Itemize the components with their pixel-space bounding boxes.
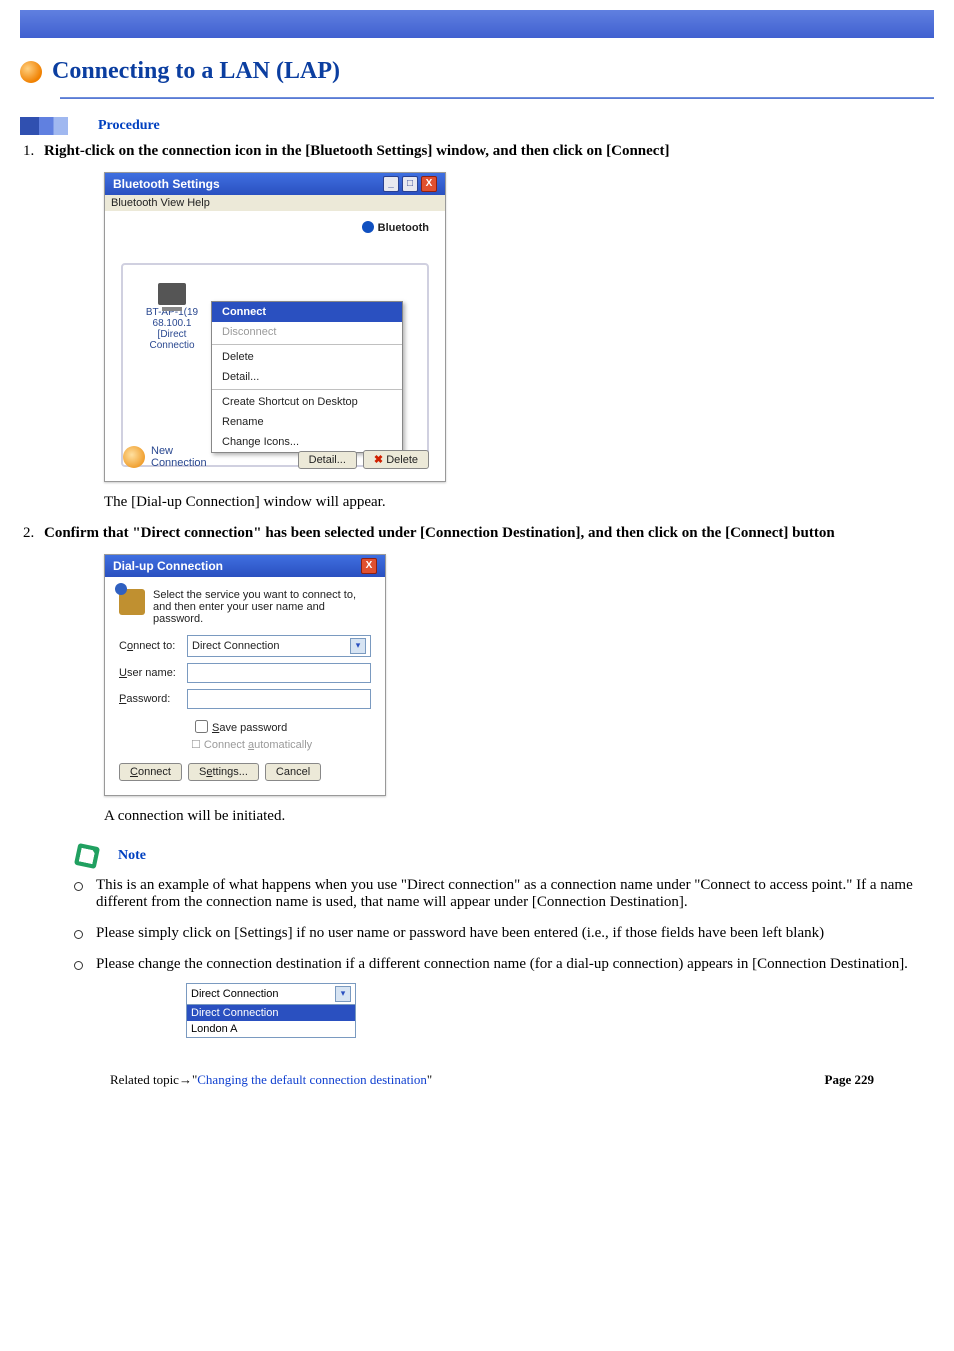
combo-screenshot: Direct Connection ▾ Direct Connection Lo… <box>186 983 356 1038</box>
combo-list: Direct Connection London A <box>186 1005 356 1038</box>
new-connection-label: New Connection <box>151 445 207 469</box>
context-menu: Connect Disconnect Delete Detail... Crea… <box>211 301 403 453</box>
note-item-1: This is an example of what happens when … <box>68 877 934 925</box>
bullet-icon <box>20 61 42 83</box>
note-item-3: Please change the connection destination… <box>68 956 934 1052</box>
step-1: Right-click on the connection icon in th… <box>38 143 934 511</box>
ctx-delete[interactable]: Delete <box>212 347 402 367</box>
step-list: Right-click on the connection icon in th… <box>38 143 934 825</box>
du-description: Select the service you want to connect t… <box>153 589 371 625</box>
du-window-title: Dial-up Connection <box>113 559 223 573</box>
delete-button[interactable]: ✖ Delete <box>363 450 429 469</box>
username-field[interactable] <box>187 663 371 683</box>
note-label: Note <box>118 848 146 864</box>
procedure-label: Procedure <box>98 118 160 134</box>
step-2-text: Confirm that "Direct connection" has bee… <box>44 525 835 541</box>
connect-to-label: Connect to: <box>119 640 187 652</box>
step-1-text: Right-click on the connection icon in th… <box>44 143 669 159</box>
step-1-after: The [Dial-up Connection] window will app… <box>104 494 934 511</box>
connect-to-value: Direct Connection <box>192 640 279 652</box>
combo-select[interactable]: Direct Connection ▾ <box>186 983 356 1005</box>
section-rule <box>60 97 934 99</box>
settings-button[interactable]: Settings... <box>188 763 259 781</box>
ctx-shortcut[interactable]: Create Shortcut on Desktop <box>212 392 402 412</box>
combo-option-1[interactable]: Direct Connection <box>187 1005 355 1021</box>
connect-button[interactable]: Connect <box>119 763 182 781</box>
bt-window-title: Bluetooth Settings <box>113 177 220 191</box>
chevron-down-icon[interactable]: ▾ <box>335 986 351 1002</box>
device-item[interactable]: BT-AP-1(19 68.100.1 [Direct Connectio <box>133 283 211 351</box>
cancel-button[interactable]: Cancel <box>265 763 321 781</box>
page-number: Page 229 <box>825 1072 874 1088</box>
related-topic: Related topic→"Changing the default conn… <box>110 1072 432 1088</box>
connect-auto-checkbox: ☐ Connect automatically <box>191 738 371 751</box>
save-password-checkbox[interactable]: Save password <box>191 717 371 736</box>
device-label: BT-AP-1(19 68.100.1 [Direct Connectio <box>133 307 211 351</box>
bluetooth-badge: Bluetooth <box>362 221 429 234</box>
ctx-disconnect: Disconnect <box>212 322 402 342</box>
combo-option-2[interactable]: London A <box>187 1021 355 1037</box>
step-2-after: A connection will be initiated. <box>104 808 934 825</box>
close-icon[interactable]: X <box>421 176 437 192</box>
ctx-detail[interactable]: Detail... <box>212 367 402 387</box>
note-list: This is an example of what happens when … <box>68 877 934 1052</box>
page-title: Connecting to a LAN (LAP) <box>52 58 340 85</box>
top-gradient-bar <box>20 10 934 38</box>
note-icon <box>74 843 100 869</box>
window-controls: _ □ X <box>383 176 437 192</box>
ctx-connect[interactable]: Connect <box>212 302 402 322</box>
password-field[interactable] <box>187 689 371 709</box>
username-label: User name: <box>119 667 187 679</box>
new-connection-icon <box>123 446 145 468</box>
detail-button[interactable]: Detail... <box>298 451 357 469</box>
procedure-icon <box>20 117 68 135</box>
minimize-icon[interactable]: _ <box>383 176 399 192</box>
combo-value: Direct Connection <box>191 988 278 1000</box>
bt-menubar[interactable]: Bluetooth View Help <box>105 195 445 211</box>
chevron-down-icon[interactable]: ▾ <box>350 638 366 654</box>
new-connection[interactable]: New Connection <box>123 445 207 469</box>
device-icon <box>158 283 186 305</box>
ctx-rename[interactable]: Rename <box>212 412 402 432</box>
related-topic-link[interactable]: Changing the default connection destinat… <box>197 1072 427 1087</box>
bluetooth-settings-screenshot: Bluetooth Settings _ □ X Bluetooth View … <box>104 172 446 482</box>
dialup-screenshot: Dial-up Connection X Select the service … <box>104 554 386 796</box>
maximize-icon[interactable]: □ <box>402 176 418 192</box>
dialup-icon <box>119 589 145 615</box>
note-item-2: Please simply click on [Settings] if no … <box>68 925 934 956</box>
password-label: Password: <box>119 693 187 705</box>
connect-to-select[interactable]: Direct Connection ▾ <box>187 635 371 657</box>
ctx-icons[interactable]: Change Icons... <box>212 432 402 452</box>
step-2: Confirm that "Direct connection" has bee… <box>38 525 934 825</box>
close-icon[interactable]: X <box>361 558 377 574</box>
device-area: BT-AP-1(19 68.100.1 [Direct Connectio Co… <box>121 263 429 467</box>
